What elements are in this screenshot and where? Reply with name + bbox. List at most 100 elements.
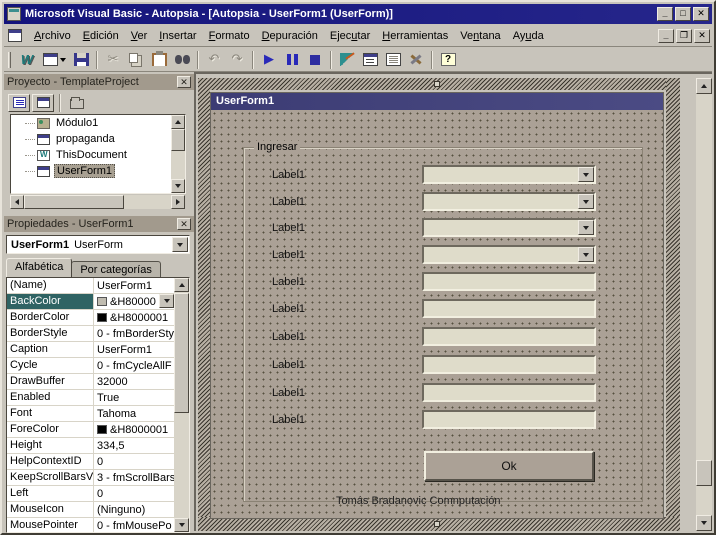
menu-formato[interactable]: Formato bbox=[203, 27, 256, 45]
mdi-restore-button[interactable]: ❐ bbox=[676, 29, 692, 43]
toggle-folders-button[interactable] bbox=[66, 94, 88, 112]
resize-handle-bottom[interactable] bbox=[434, 521, 440, 527]
combobox-field[interactable] bbox=[422, 192, 596, 211]
combo-dropdown-button[interactable] bbox=[578, 247, 594, 262]
menu-edicion[interactable]: Edición bbox=[77, 27, 125, 45]
mdi-close-button[interactable]: ✕ bbox=[694, 29, 710, 43]
menu-ayuda[interactable]: Ayuda bbox=[507, 27, 550, 45]
copy-button[interactable] bbox=[125, 50, 147, 70]
textbox-field[interactable] bbox=[422, 383, 596, 402]
object-selector-dropdown[interactable] bbox=[172, 237, 188, 252]
scroll-thumb[interactable] bbox=[171, 129, 185, 151]
combobox-field[interactable] bbox=[422, 165, 596, 184]
view-microsoft-word-button[interactable]: W bbox=[16, 50, 38, 70]
properties-panel-header[interactable]: Propiedades - UserForm1 ✕ bbox=[4, 216, 194, 232]
stop-icon bbox=[310, 55, 320, 65]
tab-por-categorias[interactable]: Por categorías bbox=[71, 261, 161, 277]
undo-button[interactable]: ↶ bbox=[203, 50, 225, 70]
scroll-right-icon bbox=[176, 199, 183, 205]
textbox-field[interactable] bbox=[422, 410, 596, 429]
tree-item-thisdocument[interactable]: ThisDocument bbox=[11, 147, 185, 163]
form-label[interactable]: Label1 bbox=[272, 276, 305, 288]
find-button[interactable] bbox=[171, 50, 193, 70]
chevron-down-icon bbox=[177, 243, 183, 250]
selection-border-right[interactable] bbox=[666, 78, 680, 531]
form-label[interactable]: Label1 bbox=[272, 359, 305, 371]
resize-handle-top[interactable] bbox=[434, 81, 440, 87]
scroll-thumb[interactable] bbox=[696, 460, 712, 486]
tab-alfabetica[interactable]: Alfabética bbox=[6, 258, 72, 277]
combo-dropdown-button[interactable] bbox=[578, 167, 594, 182]
property-dropdown[interactable] bbox=[159, 294, 174, 308]
design-mode-button[interactable] bbox=[336, 50, 358, 70]
cut-button[interactable]: ✂ bbox=[102, 50, 124, 70]
toolbox-button[interactable] bbox=[405, 50, 427, 70]
form-label[interactable]: Label1 bbox=[272, 196, 305, 208]
menu-depuracion[interactable]: Depuración bbox=[256, 27, 324, 45]
frame-ingresar[interactable]: Ingresar Label1 Label1 Label1 Label1 Lab… bbox=[243, 147, 643, 502]
designer-vscrollbar[interactable] bbox=[696, 78, 712, 531]
mdi-child-icon[interactable] bbox=[8, 29, 22, 42]
view-object-button[interactable] bbox=[32, 94, 54, 112]
form-footer-label[interactable]: Tomás Bradanovic Comnputación bbox=[336, 495, 500, 507]
view-code-button[interactable] bbox=[8, 94, 30, 112]
save-button[interactable] bbox=[70, 50, 92, 70]
textbox-field[interactable] bbox=[422, 299, 596, 318]
project-tree-vscrollbar[interactable] bbox=[171, 115, 185, 193]
menu-insertar[interactable]: Insertar bbox=[153, 27, 202, 45]
form-label[interactable]: Label1 bbox=[272, 169, 305, 181]
scroll-thumb[interactable] bbox=[24, 195, 124, 209]
project-tree-hscrollbar[interactable] bbox=[10, 195, 185, 209]
combo-dropdown-button[interactable] bbox=[578, 220, 594, 235]
combobox-field[interactable] bbox=[422, 245, 596, 264]
property-row: ForeColor&H8000001 bbox=[7, 422, 174, 438]
project-panel-header[interactable]: Proyecto - TemplateProject ✕ bbox=[4, 74, 194, 90]
paste-button[interactable] bbox=[148, 50, 170, 70]
toolbar-grip[interactable] bbox=[8, 52, 11, 68]
stop-button[interactable] bbox=[304, 50, 326, 70]
pause-button[interactable] bbox=[281, 50, 303, 70]
properties-window-button[interactable] bbox=[382, 50, 404, 70]
form-label[interactable]: Label1 bbox=[272, 222, 305, 234]
mdi-minimize-button[interactable]: _ bbox=[658, 29, 674, 43]
combobox-field[interactable] bbox=[422, 218, 596, 237]
property-row: DrawBuffer32000 bbox=[7, 374, 174, 390]
textbox-field[interactable] bbox=[422, 272, 596, 291]
form-label[interactable]: Label1 bbox=[272, 249, 305, 261]
menu-archivo[interactable]: Archivo bbox=[28, 27, 77, 45]
menu-herramientas[interactable]: Herramientas bbox=[376, 27, 454, 45]
run-button[interactable]: ▶ bbox=[258, 50, 280, 70]
form-label[interactable]: Label1 bbox=[272, 387, 305, 399]
textbox-field[interactable] bbox=[422, 355, 596, 374]
object-selector[interactable]: UserForm1 UserForm bbox=[6, 235, 190, 254]
combo-dropdown-button[interactable] bbox=[578, 194, 594, 209]
color-swatch bbox=[97, 297, 107, 306]
close-button[interactable]: ✕ bbox=[693, 7, 709, 21]
help-button[interactable]: ? bbox=[437, 50, 459, 70]
form-label[interactable]: Label1 bbox=[272, 331, 305, 343]
properties-vscrollbar[interactable] bbox=[174, 278, 189, 532]
minimize-button[interactable]: _ bbox=[657, 7, 673, 21]
scroll-thumb[interactable] bbox=[174, 293, 189, 413]
project-explorer-button[interactable] bbox=[359, 50, 381, 70]
userform-titlebar[interactable]: UserForm1 bbox=[211, 93, 663, 110]
properties-panel-close-icon[interactable]: ✕ bbox=[177, 218, 191, 230]
paste-icon bbox=[152, 53, 167, 66]
selection-border-left[interactable] bbox=[198, 78, 210, 531]
redo-button[interactable]: ↷ bbox=[226, 50, 248, 70]
tree-item-modulo1[interactable]: Módulo1 bbox=[11, 115, 185, 131]
menu-ejecutar[interactable]: Ejecutar bbox=[324, 27, 376, 45]
userform-canvas[interactable]: Ingresar Label1 Label1 Label1 Label1 Lab… bbox=[211, 110, 663, 518]
project-panel-close-icon[interactable]: ✕ bbox=[177, 76, 191, 88]
menu-ver[interactable]: Ver bbox=[125, 27, 154, 45]
insert-userform-button[interactable] bbox=[39, 50, 69, 70]
tree-item-propaganda[interactable]: propaganda bbox=[11, 131, 185, 147]
ok-button[interactable]: Ok bbox=[424, 451, 594, 481]
menu-ventana[interactable]: Ventana bbox=[454, 27, 506, 45]
textbox-field[interactable] bbox=[422, 327, 596, 346]
form-label[interactable]: Label1 bbox=[272, 303, 305, 315]
form-label[interactable]: Label1 bbox=[272, 414, 305, 426]
tree-item-userform1[interactable]: UserForm1 bbox=[11, 163, 185, 179]
project-panel-title: Proyecto - TemplateProject bbox=[7, 76, 177, 88]
maximize-button[interactable]: □ bbox=[675, 7, 691, 21]
